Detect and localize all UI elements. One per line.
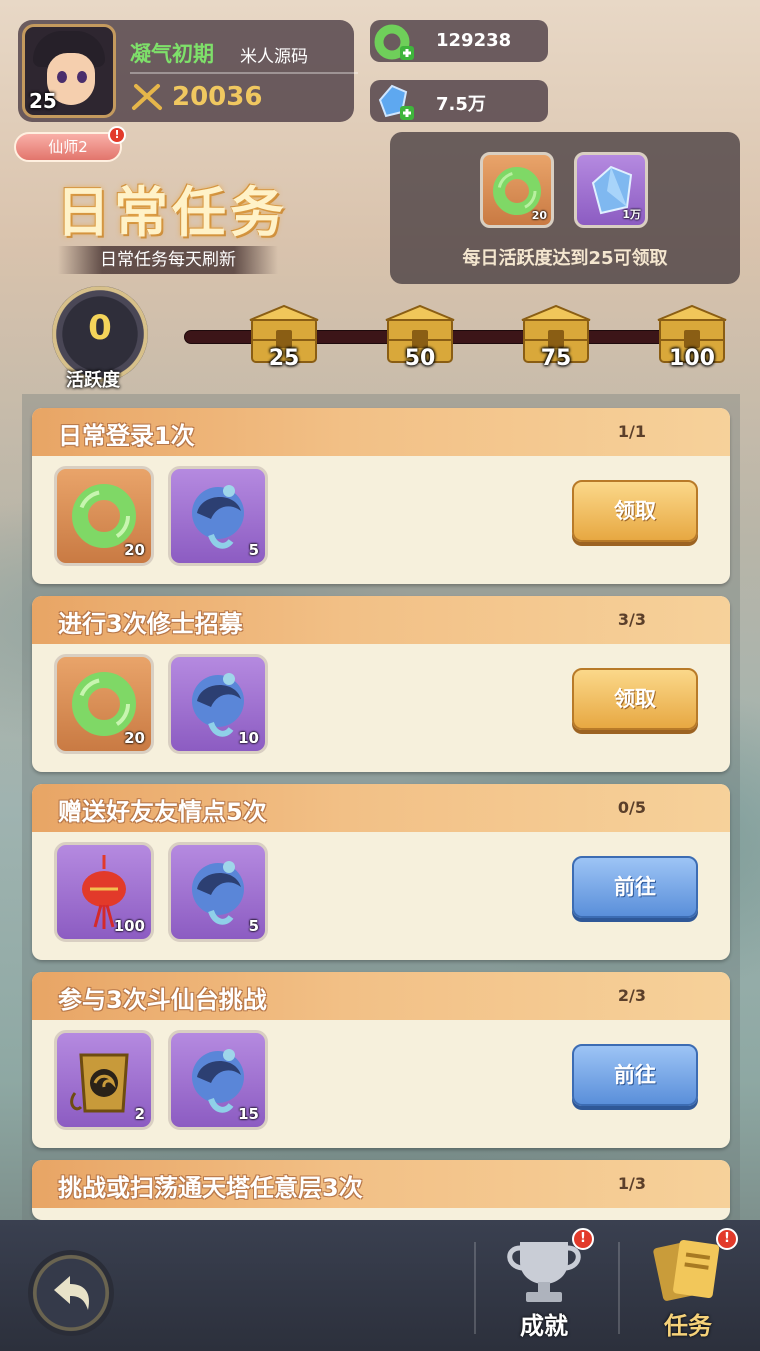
task-name: 参与3次斗仙台挑战 <box>58 986 267 1014</box>
task-progress: 3/3 <box>617 610 646 629</box>
tab-achievement-label: 成就 <box>520 1312 568 1340</box>
item-quantity: 5 <box>248 541 259 559</box>
reward-item[interactable]: 5 <box>168 842 268 942</box>
title-badge-label: 仙师2 <box>48 138 88 156</box>
reward-item[interactable]: 15 <box>168 1030 268 1130</box>
item-quantity: 100 <box>113 917 145 935</box>
divider <box>130 72 358 74</box>
reward-item[interactable]: 20 <box>54 466 154 566</box>
reward-item[interactable]: 1万 <box>574 152 648 228</box>
daily-reward-panel: 20 1万 每日活跃度达到25可领取 <box>390 132 740 284</box>
notification-badge: ! <box>572 1228 594 1250</box>
notification-badge: ! <box>716 1228 738 1250</box>
combat-power: 20036 <box>172 82 263 112</box>
activity-label: 活跃度 <box>66 370 120 391</box>
player-level: 25 <box>29 89 57 113</box>
task-header: 挑战或扫荡通天塔任意层3次 1/3 <box>32 1160 730 1208</box>
item-quantity: 2 <box>134 1105 145 1123</box>
task-progress: 1/1 <box>617 422 646 441</box>
reward-item[interactable]: 20 <box>480 152 554 228</box>
task-name: 日常登录1次 <box>58 422 195 450</box>
player-card[interactable]: 25 凝气初期 米人源码 20036 <box>18 20 358 122</box>
player-name: 米人源码 <box>240 47 308 67</box>
task-progress: 0/5 <box>617 798 646 817</box>
task-header: 参与3次斗仙台挑战 2/3 <box>32 972 730 1020</box>
item-quantity: 20 <box>531 209 547 222</box>
task-header: 赠送好友友情点5次 0/5 <box>32 784 730 832</box>
task-card: 赠送好友友情点5次 0/5 100 5 前往 <box>32 784 730 960</box>
reward-item[interactable]: 5 <box>168 466 268 566</box>
task-header: 进行3次修士招募 3/3 <box>32 596 730 644</box>
reward-item[interactable]: 10 <box>168 654 268 754</box>
reward-item[interactable]: 20 <box>54 654 154 754</box>
item-quantity: 5 <box>248 917 259 935</box>
milestone-label: 50 <box>404 346 436 371</box>
crossed-swords-icon <box>132 84 162 110</box>
item-quantity: 15 <box>238 1105 259 1123</box>
task-progress: 1/3 <box>617 1174 646 1193</box>
page-subtitle: 日常任务每天刷新 <box>58 246 278 274</box>
item-quantity: 1万 <box>622 208 641 221</box>
reward-item[interactable]: 2 <box>54 1030 154 1130</box>
divider <box>474 1242 476 1334</box>
crystal-resource[interactable]: 7.5万 <box>370 80 548 122</box>
tab-task-label: 任务 <box>664 1312 712 1340</box>
player-realm: 凝气初期 <box>130 42 214 66</box>
milestone-label: 100 <box>669 346 715 371</box>
task-progress: 2/3 <box>617 986 646 1005</box>
task-card: 挑战或扫荡通天塔任意层3次 1/3 <box>32 1160 730 1220</box>
crystal-add-icon[interactable] <box>372 82 416 122</box>
item-quantity: 20 <box>124 729 145 747</box>
claim-button[interactable]: 领取 <box>572 480 698 542</box>
notification-badge: ! <box>108 126 126 144</box>
task-name: 挑战或扫荡通天塔任意层3次 <box>58 1174 363 1202</box>
item-quantity: 10 <box>238 729 259 747</box>
back-arrow-icon <box>54 1276 90 1310</box>
task-name: 赠送好友友情点5次 <box>58 798 267 826</box>
item-quantity: 20 <box>124 541 145 559</box>
crystal-amount: 7.5万 <box>436 94 486 115</box>
activity-value: 0 <box>88 308 112 348</box>
task-card: 日常登录1次 1/1 20 5 领取 <box>32 408 730 584</box>
jade-amount: 129238 <box>436 30 512 51</box>
task-name: 进行3次修士招募 <box>58 610 243 638</box>
task-card: 参与3次斗仙台挑战 2/3 2 15 前往 <box>32 972 730 1148</box>
milestone-label: 25 <box>268 346 300 371</box>
page-title: 日常任务 <box>56 180 288 244</box>
task-header: 日常登录1次 1/1 <box>32 408 730 456</box>
task-card: 进行3次修士招募 3/3 20 10 领取 <box>32 596 730 772</box>
milestone-label: 75 <box>540 346 572 371</box>
go-button[interactable]: 前往 <box>572 1044 698 1106</box>
back-button[interactable] <box>28 1250 114 1336</box>
jade-add-icon[interactable] <box>372 22 416 62</box>
avatar[interactable]: 25 <box>22 24 116 118</box>
jade-resource[interactable]: 129238 <box>370 20 548 62</box>
go-button[interactable]: 前往 <box>572 856 698 918</box>
title-badge[interactable]: 仙师2 <box>14 132 122 162</box>
claim-button[interactable]: 领取 <box>572 668 698 730</box>
daily-reward-text: 每日活跃度达到25可领取 <box>462 248 668 269</box>
reward-item[interactable]: 100 <box>54 842 154 942</box>
divider <box>618 1242 620 1334</box>
